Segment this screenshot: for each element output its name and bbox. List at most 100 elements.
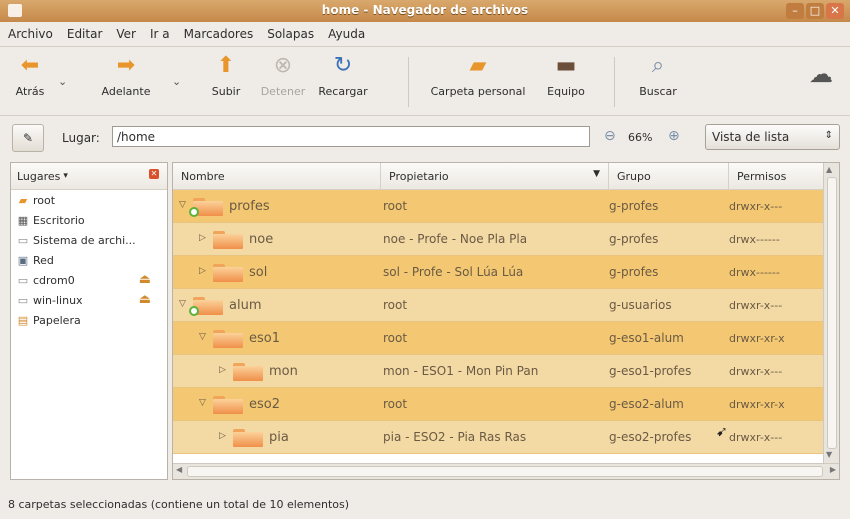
sidebar-item-root[interactable]: ▰ root: [11, 190, 167, 210]
sidebar-item-win-linux[interactable]: ▭ win-linux ⏏: [11, 290, 167, 310]
reload-icon: ↻: [333, 53, 353, 78]
file-name: alum: [229, 298, 262, 313]
table-row[interactable]: ▽ alum root g-usuarios drwxr-x---: [173, 289, 825, 322]
menu-solapas[interactable]: Solapas: [267, 27, 314, 41]
file-name: pia: [269, 430, 289, 445]
group-cell: g-eso2-alum: [609, 397, 684, 411]
scroll-right-icon[interactable]: ▶: [830, 465, 836, 474]
owner-cell: noe - Profe - Noe Pla Pla: [383, 232, 528, 246]
zoom-in-icon[interactable]: ⊕: [668, 128, 680, 144]
permissions-cell: drwx------: [729, 265, 780, 279]
owner-cell: root: [383, 199, 408, 213]
expander-open-icon[interactable]: ▽: [199, 332, 206, 342]
expander-open-icon[interactable]: ▽: [179, 200, 186, 210]
sidebar-item-cdrom0[interactable]: ▭ cdrom0 ⏏: [11, 270, 167, 290]
folder-icon: [213, 330, 243, 348]
table-row[interactable]: ▷ mon mon - ESO1 - Mon Pin Pan g-eso1-profe…: [173, 355, 825, 388]
vertical-scroll-thumb[interactable]: [827, 177, 837, 449]
chevron-down-icon: ▾: [63, 171, 68, 181]
horizontal-scroll-thumb[interactable]: [187, 466, 823, 477]
folder-icon: [213, 231, 243, 249]
menu-editar[interactable]: Editar: [67, 27, 103, 41]
menu-archivo[interactable]: Archivo: [8, 27, 53, 41]
computer-button[interactable]: ▬ Equipo: [540, 53, 592, 98]
close-sidebar-icon[interactable]: ✕: [149, 169, 159, 179]
location-input[interactable]: /home: [112, 126, 590, 147]
scroll-down-icon[interactable]: ▼: [826, 450, 832, 459]
owner-cell: pia - ESO2 - Pia Ras Ras: [383, 430, 527, 444]
horizontal-scrollbar[interactable]: ◀ ▶: [173, 463, 839, 479]
desktop-icon: ▦: [17, 213, 29, 227]
places-sidebar: Lugares ▾ ✕ ▰ root ▦ Escritorio ▭ Sistem…: [10, 162, 168, 480]
mouse-pointer-icon: ➹: [716, 424, 728, 440]
window-title: home - Navegador de archivos: [321, 3, 529, 17]
file-list[interactable]: Nombre Propietario ▼ Grupo Permisos ▽ prof…: [172, 162, 840, 480]
forward-button[interactable]: ➡ Adelante: [94, 53, 158, 98]
scroll-left-icon[interactable]: ◀: [176, 465, 182, 474]
minimize-button[interactable]: –: [786, 3, 804, 19]
drive-icon: ▭: [17, 293, 29, 307]
menu-ir-a[interactable]: Ir a: [150, 27, 170, 41]
file-name: eso1: [249, 331, 280, 346]
edit-icon: ✎: [22, 131, 34, 145]
name-cell: ▷ mon: [173, 355, 381, 387]
sidebar-item-red[interactable]: ▣ Red: [11, 250, 167, 270]
column-header-group[interactable]: Grupo: [609, 163, 729, 189]
close-button[interactable]: ✕: [826, 3, 844, 19]
table-row[interactable]: ▽ eso2 root g-eso2-alum drwxr-xr-x: [173, 388, 825, 421]
cdrom-icon: ▭: [17, 273, 29, 287]
sidebar-item-papelera[interactable]: ▤ Papelera: [11, 310, 167, 330]
toggle-location-edit-button[interactable]: ✎: [12, 124, 44, 152]
table-row[interactable]: ▽ eso1 root g-eso1-alum drwxr-xr-x: [173, 322, 825, 355]
scroll-up-icon[interactable]: ▲: [826, 165, 832, 174]
vertical-scrollbar[interactable]: ▲ ▼: [823, 163, 839, 479]
zoom-out-icon[interactable]: ⊖: [604, 128, 616, 144]
zoom-level[interactable]: 66%: [628, 131, 652, 144]
menu-marcadores[interactable]: Marcadores: [184, 27, 254, 41]
permissions-cell: drwx------: [729, 232, 780, 246]
table-row[interactable]: ▽ profes root g-profes drwxr-x---: [173, 190, 825, 223]
back-history-dropdown[interactable]: ⌄: [58, 75, 67, 88]
back-button[interactable]: ⬅ Atrás: [8, 53, 52, 98]
arrow-left-icon: ⬅: [20, 53, 40, 78]
location-label: Lugar:: [62, 131, 100, 145]
shared-emblem-icon: [189, 306, 199, 316]
home-folder-icon: ▰: [18, 193, 28, 207]
home-folder-icon: ▰: [469, 53, 487, 78]
sidebar-header[interactable]: Lugares ▾ ✕: [11, 163, 167, 190]
column-header-owner[interactable]: Propietario ▼: [381, 163, 609, 189]
eject-icon[interactable]: ⏏: [139, 292, 151, 307]
sidebar-item-escritorio[interactable]: ▦ Escritorio: [11, 210, 167, 230]
column-header-name[interactable]: Nombre: [173, 163, 381, 189]
expander-closed-icon[interactable]: ▷: [199, 266, 206, 276]
expander-open-icon[interactable]: ▽: [179, 299, 186, 309]
owner-cell: root: [383, 298, 408, 312]
menu-ver[interactable]: Ver: [116, 27, 136, 41]
up-button[interactable]: ⬆ Subir: [204, 53, 248, 98]
column-header-permissions[interactable]: Permisos: [729, 163, 825, 189]
expander-open-icon[interactable]: ▽: [199, 398, 206, 408]
eject-icon[interactable]: ⏏: [139, 272, 151, 287]
expander-closed-icon[interactable]: ▷: [219, 431, 226, 441]
folder-icon: [233, 429, 263, 447]
file-name: sol: [249, 265, 268, 280]
view-mode-select[interactable]: Vista de lista ⇕: [705, 124, 840, 150]
reload-button[interactable]: ↻ Recargar: [312, 53, 374, 98]
permissions-cell: drwxr-x---: [729, 364, 783, 378]
table-row[interactable]: ▷ noe noe - Profe - Noe Pla Pla g-profes drw…: [173, 223, 825, 256]
sidebar-item-filesystem[interactable]: ▭ Sistema de archi...: [11, 230, 167, 250]
name-cell: ▽ alum: [173, 289, 381, 321]
group-cell: g-eso2-profes: [609, 430, 692, 444]
home-folder-button[interactable]: ▰ Carpeta personal: [418, 53, 538, 98]
table-row[interactable]: ▷ sol sol - Profe - Sol Lúa Lúa g-profes drw…: [173, 256, 825, 289]
expander-closed-icon[interactable]: ▷: [219, 365, 226, 375]
title-bar[interactable]: home - Navegador de archivos – □ ✕: [0, 0, 850, 22]
forward-history-dropdown[interactable]: ⌄: [172, 75, 181, 88]
stop-button[interactable]: ⊗ Detener: [256, 53, 310, 98]
sidebar-title: Lugares: [17, 169, 61, 183]
expander-closed-icon[interactable]: ▷: [199, 233, 206, 243]
menu-ayuda[interactable]: Ayuda: [328, 27, 365, 41]
arrow-up-icon: ⬆: [216, 53, 236, 78]
search-button[interactable]: ⌕ Buscar: [628, 53, 688, 98]
maximize-button[interactable]: □: [806, 3, 824, 19]
